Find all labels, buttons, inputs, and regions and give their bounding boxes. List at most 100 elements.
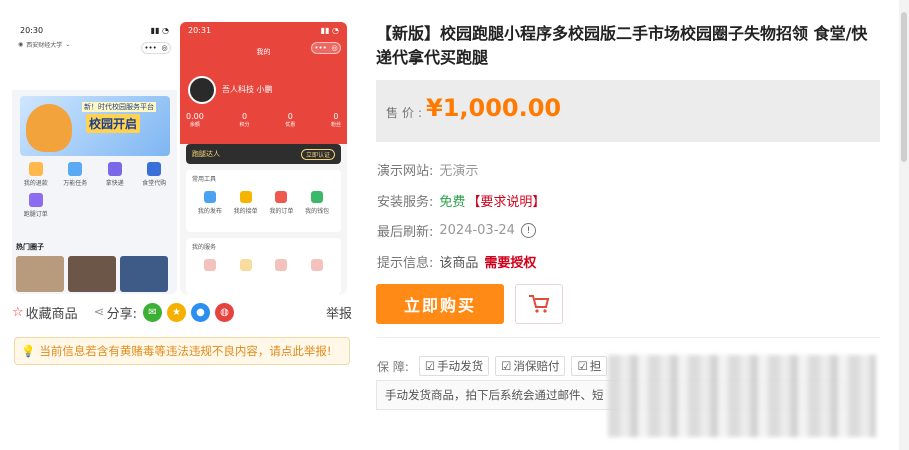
lightbulb-icon: 💡 bbox=[21, 344, 36, 358]
price-label: 售价: bbox=[386, 106, 427, 120]
share-row: ☆ 收藏商品 ⋖ 分享: ✉ ★ ● ◍ 举报 bbox=[12, 302, 352, 322]
price-box: 售价: ¥1,000.00 bbox=[376, 80, 880, 142]
status-bar: 20:30 ▮▮ ◔ bbox=[12, 22, 177, 38]
tools-card: 常用工具 我的发布 我的接单 我的订单 我的钱包 bbox=[186, 170, 341, 232]
demo-label: 演示网站: bbox=[377, 164, 434, 179]
errand-icon bbox=[28, 193, 43, 207]
wallet-icon bbox=[311, 191, 324, 203]
services-title: 我的服务 bbox=[192, 244, 217, 251]
service-icon bbox=[311, 259, 324, 271]
install-requirements-link[interactable]: 【要求说明】 bbox=[467, 191, 545, 210]
product-title: 【新版】校园跑腿小程序多校园版二手市场校园圈子失物招领 食堂/快递代拿代买跑腿 bbox=[376, 24, 868, 67]
check-icon: ☑ bbox=[501, 359, 512, 373]
stat-item: 0 积分 bbox=[239, 112, 250, 128]
tools-title: 常用工具 bbox=[192, 176, 217, 183]
banner-illustration bbox=[26, 104, 72, 152]
divider bbox=[376, 337, 880, 338]
thumb-image bbox=[68, 256, 116, 292]
install-row: 安装服务: 免费 【要求说明】 bbox=[377, 191, 545, 210]
weibo-icon[interactable]: ◍ bbox=[214, 302, 234, 322]
orders-icon bbox=[275, 191, 288, 203]
refresh-row: 最后刷新: 2024-03-24 ! bbox=[377, 221, 536, 240]
location-label: 西安财经大学 bbox=[26, 42, 63, 49]
refresh-value: 2024-03-24 bbox=[439, 223, 515, 238]
qq-icon[interactable]: ● bbox=[190, 302, 210, 322]
canteen-icon bbox=[147, 162, 162, 176]
favorite-button[interactable]: 收藏商品 bbox=[26, 303, 78, 322]
guarantee-tag: ☑ 消保赔付 bbox=[495, 356, 566, 376]
grid-item: 跑腿订单 bbox=[16, 193, 56, 218]
install-label: 安装服务: bbox=[377, 195, 434, 210]
profile-username: 吾人科技 小鹏 bbox=[222, 85, 273, 94]
hot-circles-thumbs bbox=[16, 256, 168, 292]
scrollbar[interactable] bbox=[899, 0, 909, 450]
report-notice[interactable]: 💡 当前信息若含有黄赌毒等违法违规不良内容，请点此举报! bbox=[14, 337, 350, 365]
status-bar: 20:31 ▮▮ ◔ bbox=[180, 22, 347, 38]
banner-subtitle: 新！时代校园服务平台 bbox=[82, 102, 156, 112]
buy-now-button[interactable]: 立即购买 bbox=[376, 284, 504, 324]
qzone-icon[interactable]: ★ bbox=[166, 302, 186, 322]
clock-icon: ! bbox=[520, 223, 536, 238]
tip-value: 该商品 bbox=[439, 256, 479, 271]
tool-item: 我的钱包 bbox=[305, 191, 329, 215]
miniapp-capsule: ••• ◎ bbox=[141, 42, 171, 54]
check-icon: ☑ bbox=[577, 359, 588, 373]
services-card: 我的服务 bbox=[186, 238, 341, 294]
more-icon: ••• bbox=[314, 44, 327, 52]
tip-row: 提示信息: 该商品 需要授权 bbox=[377, 252, 536, 271]
status-time: 20:30 bbox=[20, 25, 44, 35]
tool-item: 我的发布 bbox=[198, 191, 222, 215]
check-icon: ☑ bbox=[424, 359, 436, 373]
share-icon: ⋖ bbox=[93, 304, 105, 320]
runner-banner: 跑腿达人 立即认证 bbox=[186, 144, 341, 164]
add-to-cart-button[interactable] bbox=[515, 284, 563, 324]
demo-value: 无演示 bbox=[439, 164, 479, 179]
hot-circles-title: 热门圈子 bbox=[16, 243, 44, 251]
star-icon[interactable]: ☆ bbox=[12, 305, 24, 320]
guarantee-label: 保 障: bbox=[377, 359, 409, 374]
share-label: 分享: bbox=[106, 306, 137, 322]
task-icon bbox=[68, 162, 83, 176]
miniapp-capsule: ••• ◎ bbox=[311, 42, 341, 54]
accept-icon bbox=[239, 191, 252, 203]
parcel-icon bbox=[107, 162, 122, 176]
thumb-image bbox=[16, 256, 64, 292]
install-value: 免费 bbox=[439, 195, 466, 210]
home-icon-grid: 我的退款 万能任务 拿快递 食堂代购 跑腿订单 bbox=[16, 162, 174, 218]
app-preview-profile: 20:31 ▮▮ ◔ 我的 ••• ◎ 吾人科技 小鹏 0.00 余额 0 积分 0 优惠… bbox=[180, 22, 347, 294]
tip-highlight: 需要授权 bbox=[484, 256, 537, 271]
grid-item: 拿快递 bbox=[95, 162, 135, 187]
close-circle-icon: ◎ bbox=[161, 44, 168, 52]
guarantee-tag: ☑ 手动发货 bbox=[418, 356, 490, 376]
price-value: ¥1,000.00 bbox=[426, 94, 562, 122]
grid-item: 食堂代购 bbox=[135, 162, 175, 187]
banner-title: 校园开启 bbox=[86, 114, 141, 133]
runner-label: 跑腿达人 bbox=[192, 150, 220, 158]
more-icon: ••• bbox=[144, 44, 157, 52]
wechat-icon[interactable]: ✉ bbox=[142, 302, 162, 322]
status-time: 20:31 bbox=[188, 25, 212, 35]
service-icon bbox=[203, 259, 216, 271]
profile-stats: 0.00 余额 0 积分 0 优惠 0 粉丝 bbox=[186, 112, 341, 128]
guarantee-row: 保 障: ☑ 手动发货 ☑ 消保赔付 ☑ 担 bbox=[377, 356, 608, 376]
guarantee-tag: ☑ 担 bbox=[571, 356, 608, 376]
demo-row: 演示网站: 无演示 bbox=[377, 160, 478, 179]
notice-text: 当前信息若含有黄赌毒等违法违规不良内容，请点此举报! bbox=[39, 344, 332, 358]
grid-item: 我的退款 bbox=[16, 162, 56, 187]
scrollbar-thumb[interactable] bbox=[901, 12, 907, 162]
refresh-label: 最后刷新: bbox=[377, 225, 434, 240]
location-pin-icon: ◉ bbox=[18, 41, 24, 48]
blurred-overlay bbox=[608, 355, 876, 437]
service-icon bbox=[275, 259, 288, 271]
publish-icon bbox=[203, 191, 216, 203]
report-link[interactable]: 举报 bbox=[326, 303, 352, 322]
grid-item: 万能任务 bbox=[56, 162, 96, 187]
refund-icon bbox=[28, 162, 43, 176]
signal-icon: ▮▮ ◔ bbox=[150, 25, 169, 35]
home-banner: 新！时代校园服务平台 校园开启 bbox=[20, 96, 170, 156]
thumb-image bbox=[120, 256, 168, 292]
stat-item: 0 优惠 bbox=[285, 112, 296, 128]
service-icon bbox=[239, 259, 252, 271]
runner-verify-button: 立即认证 bbox=[300, 148, 335, 160]
app-preview-home: 20:30 ▮▮ ◔ ◉ 西安财经大学 ⌄ ••• ◎ 新！时代校园服务平台 校园开启 … bbox=[12, 22, 177, 294]
